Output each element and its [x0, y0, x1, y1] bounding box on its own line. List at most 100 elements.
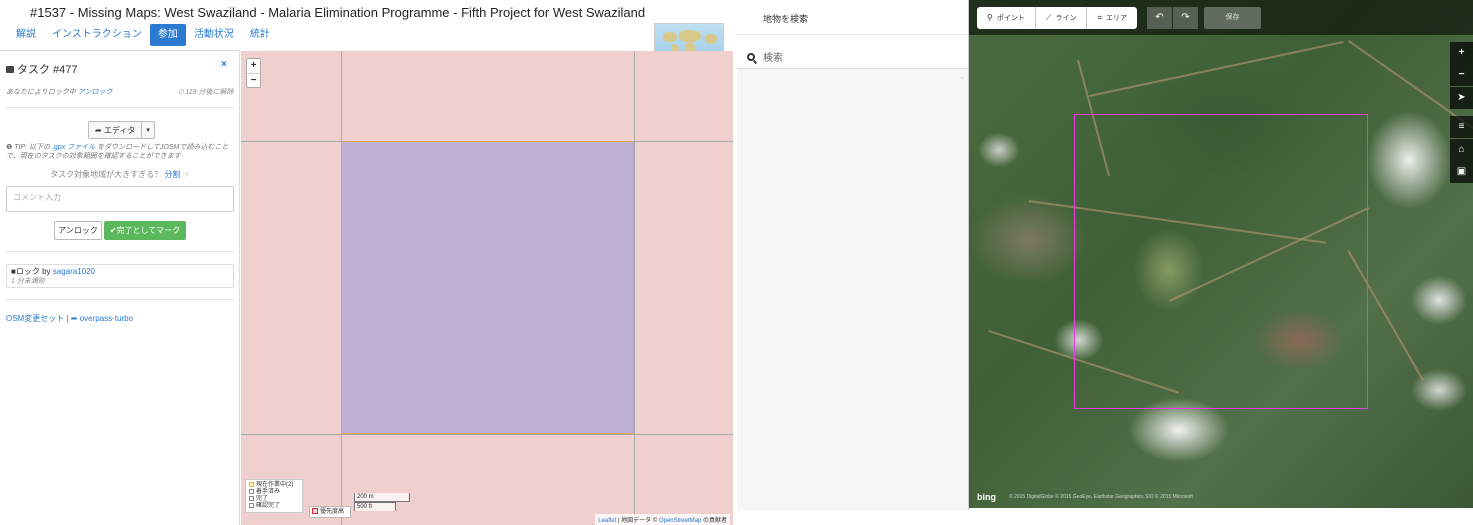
- tab-instructions[interactable]: インストラクション: [44, 24, 150, 46]
- unlock-button[interactable]: アンロック: [54, 221, 102, 240]
- layers-icon[interactable]: ≡: [1450, 116, 1473, 138]
- zoom-out-button[interactable]: −: [1450, 64, 1473, 86]
- unlock-link[interactable]: アンロック: [78, 89, 113, 96]
- zoom-in-button[interactable]: +: [247, 59, 260, 73]
- project-title: #1537 - Missing Maps: West Swaziland - M…: [30, 5, 646, 20]
- help-icon[interactable]: ▣: [1450, 161, 1473, 183]
- osm-changesets-link[interactable]: OSM変更セット: [6, 314, 64, 323]
- gpx-download-link[interactable]: .gpx ファイル: [52, 144, 95, 151]
- comment-input[interactable]: コメント入力: [6, 186, 234, 212]
- add-area-button[interactable]: ⌗ エリア: [1087, 7, 1137, 29]
- scale-meters: 200 m: [354, 493, 410, 502]
- undo-button[interactable]: ↶: [1147, 7, 1172, 29]
- add-line-button[interactable]: ⟋ ライン: [1035, 7, 1088, 29]
- history-action: ロック by: [15, 267, 51, 276]
- split-link[interactable]: 分割: [164, 170, 180, 179]
- zoom-out-button[interactable]: −: [247, 73, 260, 87]
- map-data-icon[interactable]: ⌂: [1450, 139, 1473, 161]
- task-heading: タスク #477: [6, 61, 78, 77]
- mark-done-label: 完了としてマーク: [116, 226, 181, 235]
- priority-area-label: 優先度高: [320, 509, 345, 515]
- zoom-control: + −: [246, 58, 261, 88]
- lock-icon: [6, 66, 14, 73]
- grid-line: [634, 51, 635, 525]
- search-icon: [747, 52, 755, 61]
- grid-line: [241, 434, 733, 435]
- divider: [6, 107, 234, 108]
- task-history-item: ■ロック by sagara1020 1 分未満前: [6, 264, 234, 288]
- zoom-in-button[interactable]: +: [1450, 42, 1473, 64]
- selected-task-cell[interactable]: [341, 141, 634, 434]
- scale-feet: 500 ft: [354, 502, 396, 511]
- close-icon[interactable]: ×: [221, 59, 227, 70]
- search-placeholder: 検索: [763, 53, 783, 64]
- scale-bar: 200 m 500 ft: [354, 493, 410, 511]
- draw-tools: ⚲ ポイント ⟋ ライン ⌗ エリア: [977, 7, 1137, 29]
- priority-area-toggle[interactable]: 優先度高: [309, 506, 351, 518]
- line-icon: ⟋: [1045, 13, 1052, 22]
- project-tabs: 解説 インストラクション 参加 活動状況 統計: [8, 24, 278, 46]
- divider: [6, 299, 234, 300]
- map-legend: 現在作業中(2) 着手済み 完了 確認完了: [245, 479, 303, 514]
- info-icon: ❶: [6, 144, 13, 151]
- save-button[interactable]: 保存: [1204, 7, 1261, 29]
- footer-bar: [969, 508, 1473, 525]
- osm-link[interactable]: OpenStreetMap: [659, 518, 701, 524]
- pin-icon: ⚲: [987, 13, 993, 22]
- lock-status: あなたによりロック中 アンロック: [6, 87, 113, 97]
- share-icon: ➦: [95, 126, 104, 135]
- redo-icon: ↷: [1181, 12, 1190, 23]
- tab-contribute[interactable]: 参加: [149, 24, 186, 46]
- split-prompt-text: タスク対象地域が大きすぎる？: [50, 170, 163, 179]
- feature-search-input[interactable]: 検索: [737, 35, 968, 69]
- legend-label: 着手済み: [256, 489, 281, 496]
- scroll-up-icon[interactable]: ⌃: [959, 76, 965, 84]
- legend-item: 確認完了: [249, 503, 299, 510]
- legend-swatch: [249, 503, 254, 509]
- gpx-tip: ❶ TIP: 以下の .gpx ファイル をダウンロードしてJOSMで読み込むこ…: [6, 143, 234, 161]
- tab-activity[interactable]: 活動状況: [186, 24, 242, 46]
- share-icon: ➦: [70, 314, 78, 323]
- legend-label: 確認完了: [256, 503, 281, 510]
- chevron-down-icon[interactable]: ▾: [142, 122, 154, 138]
- external-links: OSM変更セット | ➦ overpass-turbo: [6, 314, 134, 323]
- editor-button[interactable]: ➦ エディタ: [89, 122, 143, 138]
- attribution-suffix: の貢献者: [702, 518, 727, 524]
- divider: [6, 251, 234, 252]
- bing-logo: bing: [977, 492, 996, 502]
- undo-icon: ↶: [1155, 12, 1164, 23]
- legend-label: 完了: [256, 496, 269, 503]
- add-point-label: ポイント: [996, 15, 1025, 22]
- area-icon: ⌗: [1097, 13, 1102, 22]
- add-area-label: エリア: [1105, 15, 1127, 22]
- mark-done-button[interactable]: ✔完了としてマーク: [104, 221, 186, 240]
- imagery-copyright: © 2015 DigitalGlobe © 2015 GeoEye, Earth…: [1009, 494, 1193, 500]
- task-panel: タスク #477 × あなたによりロック中 アンロック ⏱ 119 分後に解除 …: [0, 50, 240, 525]
- task-boundary-outline: [1074, 114, 1368, 409]
- geolocate-icon[interactable]: ➤: [1450, 87, 1473, 109]
- task-grid-map[interactable]: + − 現在作業中(2) 着手済み 完了 確認完了 優先度高 200 m 500…: [241, 51, 733, 525]
- tasking-manager-app: #1537 - Missing Maps: West Swaziland - M…: [0, 0, 737, 525]
- map-attribution: Leaflet | 地図データ © OpenStreetMap の貢献者: [595, 514, 730, 525]
- leaflet-link[interactable]: Leaflet: [598, 518, 616, 524]
- legend-label: 現在作業中(2): [256, 482, 294, 489]
- road: [1089, 40, 1344, 97]
- add-point-button[interactable]: ⚲ ポイント: [977, 7, 1036, 29]
- legend-swatch: [249, 496, 254, 502]
- redo-button[interactable]: ↷: [1173, 7, 1198, 29]
- sidebar-title: 地物を検索: [737, 0, 968, 35]
- history-time: 1 分未満前: [11, 278, 45, 285]
- unlock-countdown-text: 119 分後に解除: [185, 89, 234, 96]
- tab-description[interactable]: 解説: [8, 24, 44, 46]
- history-user-link[interactable]: sagara1020: [53, 267, 95, 276]
- split-icon: ☞: [182, 170, 190, 179]
- feature-sidebar: 地物を検索 検索 ⌃: [737, 0, 969, 510]
- tab-stats[interactable]: 統計: [242, 24, 278, 46]
- overpass-turbo-link[interactable]: overpass-turbo: [80, 314, 133, 323]
- legend-swatch: [249, 482, 254, 487]
- editor-dropdown[interactable]: ➦ エディタ ▾: [88, 121, 155, 139]
- split-prompt: タスク対象地域が大きすぎる？ 分割 ☞: [0, 169, 240, 180]
- unlock-countdown: ⏱ 119 分後に解除: [178, 89, 234, 96]
- legend-swatch: [312, 508, 318, 515]
- attribution-text: | 地図データ ©: [617, 518, 658, 524]
